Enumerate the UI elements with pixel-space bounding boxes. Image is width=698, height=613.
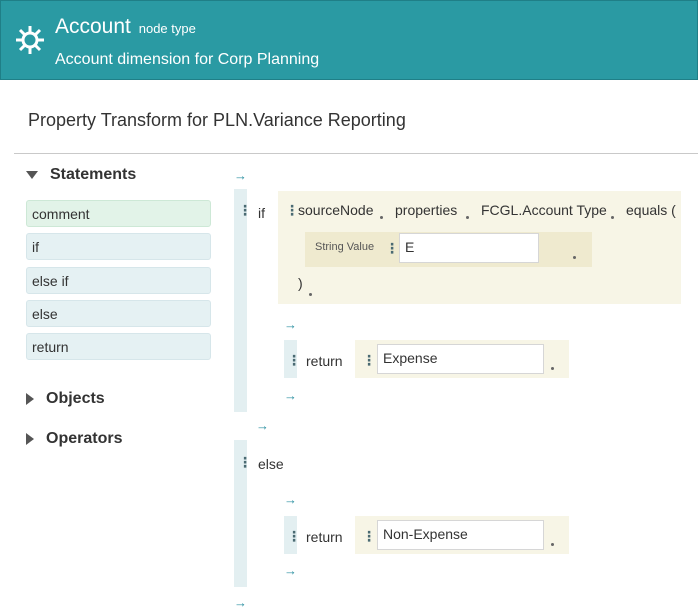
- gear-icon: [16, 26, 44, 54]
- page-title: Property Transform for PLN.Variance Repo…: [28, 110, 406, 130]
- header-description: Account dimension for Corp Planning: [55, 51, 320, 68]
- drag-handle-icon[interactable]: ⋮: [287, 529, 301, 543]
- drop-target-arrow[interactable]: →: [234, 169, 247, 182]
- caret-right-icon: [26, 433, 34, 445]
- close-paren-token: ): [298, 275, 303, 291]
- properties-token[interactable]: properties: [395, 202, 457, 218]
- equals-method-token[interactable]: equals (: [626, 202, 676, 218]
- string-value-label: String Value: [315, 241, 375, 253]
- drop-target-arrow[interactable]: →: [284, 389, 297, 402]
- drop-target-arrow[interactable]: →: [284, 564, 297, 577]
- if-block-handle[interactable]: [234, 189, 247, 412]
- return-keyword: return: [306, 529, 343, 545]
- else-keyword: else: [258, 456, 284, 472]
- palette-item-comment[interactable]: comment: [26, 200, 211, 227]
- palette-item-return[interactable]: return: [26, 333, 211, 360]
- drop-target-arrow[interactable]: →: [284, 318, 297, 331]
- dot-separator: [611, 216, 614, 219]
- drag-handle-icon[interactable]: ⋮: [238, 455, 252, 469]
- drop-target-arrow[interactable]: →: [256, 419, 269, 432]
- dot-separator: [573, 256, 576, 259]
- drag-handle-icon[interactable]: ⋮: [238, 203, 252, 217]
- palette-item-if[interactable]: if: [26, 233, 211, 260]
- dot-separator: [466, 216, 469, 219]
- palette-item-else-if[interactable]: else if: [26, 267, 211, 294]
- palette-item-else[interactable]: else: [26, 300, 211, 327]
- drop-target-arrow[interactable]: →: [234, 596, 247, 609]
- drag-handle-icon[interactable]: ⋮: [285, 203, 299, 217]
- dot-separator: [551, 367, 554, 370]
- operators-label: Operators: [46, 430, 123, 447]
- header-title: Account node type: [55, 15, 196, 39]
- drag-handle-icon[interactable]: ⋮: [385, 241, 399, 255]
- node-type-name: Account: [55, 15, 131, 38]
- property-name-token[interactable]: FCGL.Account Type: [481, 202, 607, 218]
- node-type-header: Account node type Account dimension for …: [0, 0, 698, 80]
- caret-down-icon: [26, 171, 38, 179]
- string-value-input[interactable]: E: [399, 233, 539, 263]
- drop-target-arrow[interactable]: →: [284, 493, 297, 506]
- return-keyword: return: [306, 353, 343, 369]
- divider: [14, 153, 698, 154]
- if-keyword: if: [258, 205, 265, 221]
- source-node-token[interactable]: sourceNode: [298, 202, 374, 218]
- objects-label: Objects: [46, 390, 105, 407]
- caret-right-icon: [26, 393, 34, 405]
- operators-section-toggle[interactable]: Operators: [26, 430, 122, 448]
- statements-label: Statements: [50, 166, 137, 183]
- return-value-input[interactable]: Non-Expense: [377, 520, 544, 550]
- dot-separator: [380, 216, 383, 219]
- node-type-label: node type: [138, 21, 196, 36]
- dot-separator: [551, 543, 554, 546]
- drag-handle-icon[interactable]: ⋮: [362, 529, 376, 543]
- objects-section-toggle[interactable]: Objects: [26, 390, 105, 408]
- drag-handle-icon[interactable]: ⋮: [362, 353, 376, 367]
- return-value-input[interactable]: Expense: [377, 344, 544, 374]
- statements-section-toggle[interactable]: Statements: [26, 166, 136, 184]
- drag-handle-icon[interactable]: ⋮: [287, 353, 301, 367]
- dot-separator: [309, 293, 312, 296]
